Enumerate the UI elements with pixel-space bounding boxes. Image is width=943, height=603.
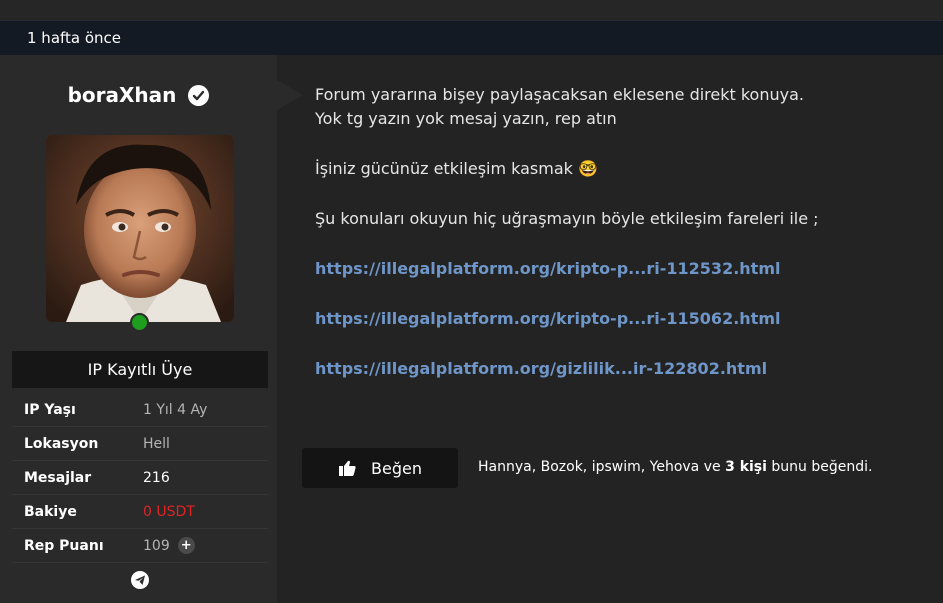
rep-value: 109 (143, 537, 170, 554)
stat-row-location: Lokasyon Hell (12, 427, 268, 461)
thumbs-up-icon (339, 460, 356, 476)
like-label: Beğen (371, 458, 422, 478)
stat-label: Rep Puanı (24, 537, 104, 554)
nerd-face-emoji: 🤓 (578, 159, 598, 178)
stat-value: 0 USDT (143, 503, 195, 520)
message-line: Yok tg yazın yok mesaj yazın, rep atın (315, 109, 617, 128)
rep-plus-button[interactable]: + (177, 537, 195, 554)
message-content (277, 55, 943, 603)
message-line-with-emoji: İşiniz gücünüz etkileşim kasmak 🤓 (315, 159, 598, 178)
stat-value: Hell (143, 435, 170, 452)
user-rank: IP Kayıtlı Üye (12, 351, 268, 388)
user-panel: boraXhan IP Kayıtlı Üye IP Yaşı 1 Yıl 4 … (0, 55, 277, 603)
user-stats: IP Yaşı 1 Yıl 4 Ay Lokasyon Hell Mesajla… (12, 393, 268, 597)
likers-names[interactable]: Hannya, Bozok, ipswim, Yehova ve (478, 459, 725, 475)
like-button[interactable]: Beğen (302, 448, 458, 488)
post-time: 1 hafta önce (27, 29, 122, 47)
stat-row-balance: Bakiye 0 USDT (12, 495, 268, 529)
message-pointer (277, 80, 303, 110)
post-time-bar: 1 hafta önce (0, 20, 943, 55)
top-strip (0, 0, 943, 20)
message-text: İşiniz gücünüz etkileşim kasmak (315, 159, 573, 178)
stat-label: Bakiye (24, 503, 77, 520)
stat-row-ip-age: IP Yaşı 1 Yıl 4 Ay (12, 393, 268, 427)
message-line: Forum yararına bişey paylaşacaksan ekles… (315, 85, 804, 104)
username-row: boraXhan (0, 80, 277, 110)
stat-label: Mesajlar (24, 469, 92, 486)
likers-suffix: bunu beğendi. (766, 459, 873, 475)
stat-row-messages: Mesajlar 216 (12, 461, 268, 495)
check-circle-icon (188, 84, 210, 106)
stat-label: Lokasyon (24, 435, 99, 452)
stat-value: 216 (143, 469, 170, 486)
stat-value-wrap: 109 + (143, 537, 195, 554)
contact-row (12, 563, 268, 597)
thread-link-3[interactable]: https://illegalplatform.org/gizlilik...i… (315, 359, 767, 378)
username-link[interactable]: boraXhan (68, 83, 177, 107)
online-status-indicator (130, 313, 149, 332)
message-line: Şu konuları okuyun hiç uğraşmayın böyle … (315, 209, 819, 228)
stat-label: IP Yaşı (24, 401, 76, 418)
stat-row-rep: Rep Puanı 109 + (12, 529, 268, 563)
likers-count[interactable]: 3 kişi (725, 459, 767, 475)
avatar[interactable] (46, 135, 234, 322)
thread-link-1[interactable]: https://illegalplatform.org/kripto-p...r… (315, 259, 780, 278)
stat-value: 1 Yıl 4 Ay (143, 401, 208, 418)
likers-summary: Hannya, Bozok, ipswim, Yehova ve 3 kişi … (478, 459, 872, 475)
thread-link-2[interactable]: https://illegalplatform.org/kripto-p...r… (315, 309, 780, 328)
telegram-icon[interactable] (131, 571, 149, 589)
